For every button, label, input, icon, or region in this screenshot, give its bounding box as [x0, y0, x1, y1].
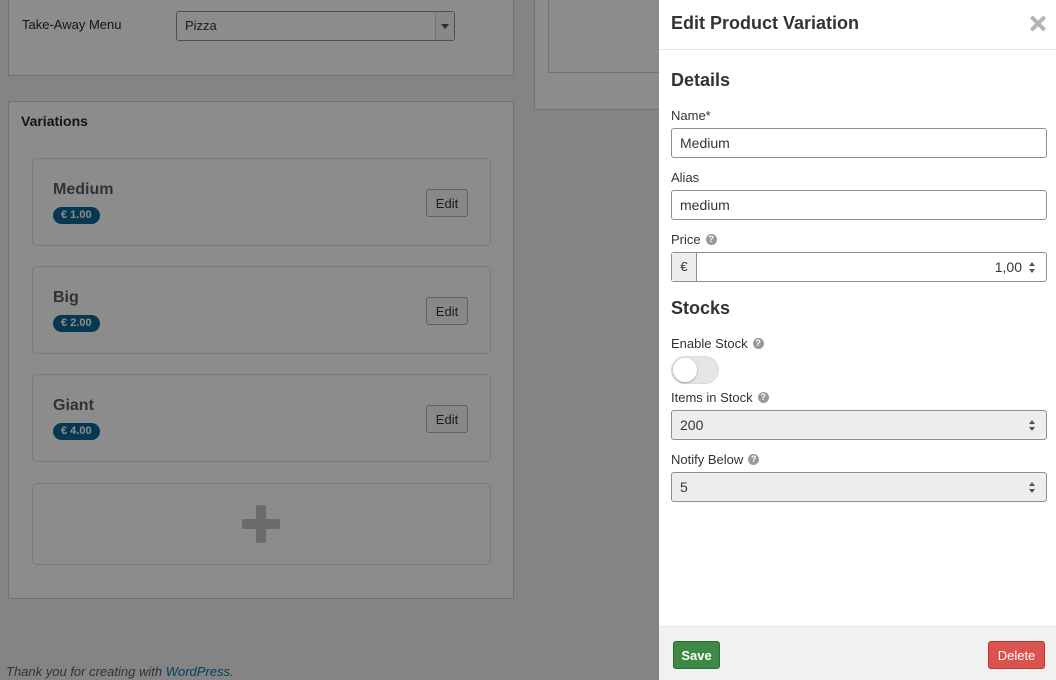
help-icon[interactable]: ? [752, 338, 764, 349]
edit-variation-panel: Edit Product Variation Details Name* Ali… [659, 0, 1056, 680]
panel-title: Edit Product Variation [671, 13, 860, 33]
stocks-title: Stocks [671, 298, 731, 318]
items-in-stock-value: 200 [680, 417, 704, 433]
enable-stock-toggle[interactable] [671, 356, 719, 384]
items-in-stock-label: Items in Stock? [671, 390, 769, 405]
items-in-stock-input[interactable]: 200 [671, 410, 1047, 440]
price-input[interactable]: € 1,00 [671, 252, 1047, 282]
panel-header: Edit Product Variation [659, 0, 1056, 50]
modal-overlay[interactable] [0, 0, 659, 680]
close-icon[interactable] [1029, 15, 1046, 32]
alias-input[interactable] [671, 190, 1047, 220]
help-icon[interactable]: ? [748, 454, 760, 465]
alias-label-text: Alias [671, 170, 700, 185]
spin-icon[interactable] [1029, 262, 1036, 274]
toggle-knob [673, 358, 697, 382]
price-label: Price? [671, 232, 717, 247]
help-icon[interactable]: ? [705, 234, 717, 245]
enable-stock-label-text: Enable Stock [671, 336, 748, 351]
price-label-text: Price [671, 232, 701, 247]
name-label: Name* [671, 108, 711, 123]
name-input[interactable] [671, 128, 1047, 158]
details-title: Details [671, 70, 731, 90]
alias-label: Alias [671, 170, 699, 185]
delete-button[interactable]: Delete [988, 641, 1045, 669]
notify-below-value: 5 [680, 479, 688, 495]
currency-addon: € [672, 253, 697, 281]
notify-below-input[interactable]: 5 [671, 472, 1047, 502]
panel-footer: Save Delete [659, 626, 1056, 680]
notify-below-label: Notify Below? [671, 452, 760, 467]
spin-icon[interactable] [1029, 420, 1036, 432]
save-button[interactable]: Save [673, 641, 720, 669]
enable-stock-label: Enable Stock? [671, 336, 764, 351]
spin-icon[interactable] [1029, 482, 1036, 494]
items-in-stock-label-text: Items in Stock [671, 390, 753, 405]
notify-below-label-text: Notify Below [671, 452, 744, 467]
name-label-text: Name* [671, 108, 711, 123]
help-icon[interactable]: ? [757, 392, 769, 403]
price-value: 1,00 [994, 259, 1022, 275]
